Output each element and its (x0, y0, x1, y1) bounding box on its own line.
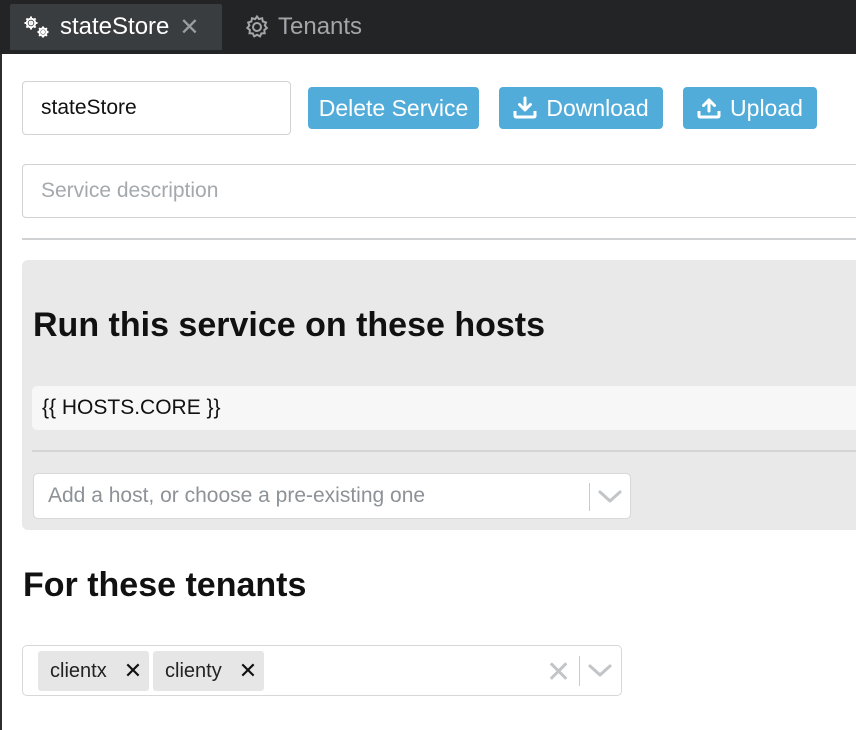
upload-label: Upload (730, 94, 803, 121)
tab-tenants[interactable]: Tenants (244, 4, 362, 50)
tenants-section-title: For these tenants (23, 566, 307, 604)
upload-icon (697, 96, 721, 120)
download-icon (513, 96, 537, 120)
select-separator (579, 656, 580, 686)
left-border (0, 54, 2, 730)
clear-all-icon[interactable]: ✕ (546, 655, 571, 690)
add-host-select[interactable]: Add a host, or choose a pre-existing one (33, 473, 631, 519)
tab-bar: stateStore ✕ Tenants (0, 0, 856, 54)
service-name-input[interactable] (22, 81, 291, 135)
tenant-chip: clientx ✕ (38, 651, 149, 691)
host-item[interactable]: {{ HOSTS.CORE }} (32, 386, 856, 430)
select-separator (589, 483, 590, 511)
close-tab-icon[interactable]: ✕ (179, 13, 199, 42)
divider (32, 450, 856, 452)
chevron-down-icon[interactable] (587, 663, 613, 684)
remove-tenant-icon[interactable]: ✕ (239, 658, 257, 684)
chevron-down-icon[interactable] (597, 489, 623, 510)
remove-tenant-icon[interactable]: ✕ (124, 658, 142, 684)
download-button[interactable]: Download (499, 87, 663, 129)
service-description-input[interactable] (22, 164, 856, 218)
tab-label: stateStore (60, 13, 170, 40)
divider (22, 238, 856, 240)
tenant-chip-label: clientx (50, 659, 107, 682)
add-host-placeholder: Add a host, or choose a pre-existing one (48, 484, 426, 507)
download-label: Download (546, 94, 649, 121)
gears-icon (22, 14, 52, 40)
hosts-section-title: Run this service on these hosts (33, 306, 546, 344)
delete-service-button[interactable]: Delete Service (308, 87, 479, 129)
tenant-multiselect[interactable]: clientx ✕ clienty ✕ ✕ (22, 645, 622, 696)
upload-button[interactable]: Upload (683, 87, 817, 129)
delete-service-label: Delete Service (318, 94, 469, 121)
tab-label: Tenants (278, 13, 363, 40)
tenant-chip-label: clienty (165, 659, 222, 682)
gear-icon (244, 14, 270, 40)
tab-statestore[interactable]: stateStore ✕ (10, 4, 222, 50)
tenant-chip: clienty ✕ (153, 651, 264, 691)
